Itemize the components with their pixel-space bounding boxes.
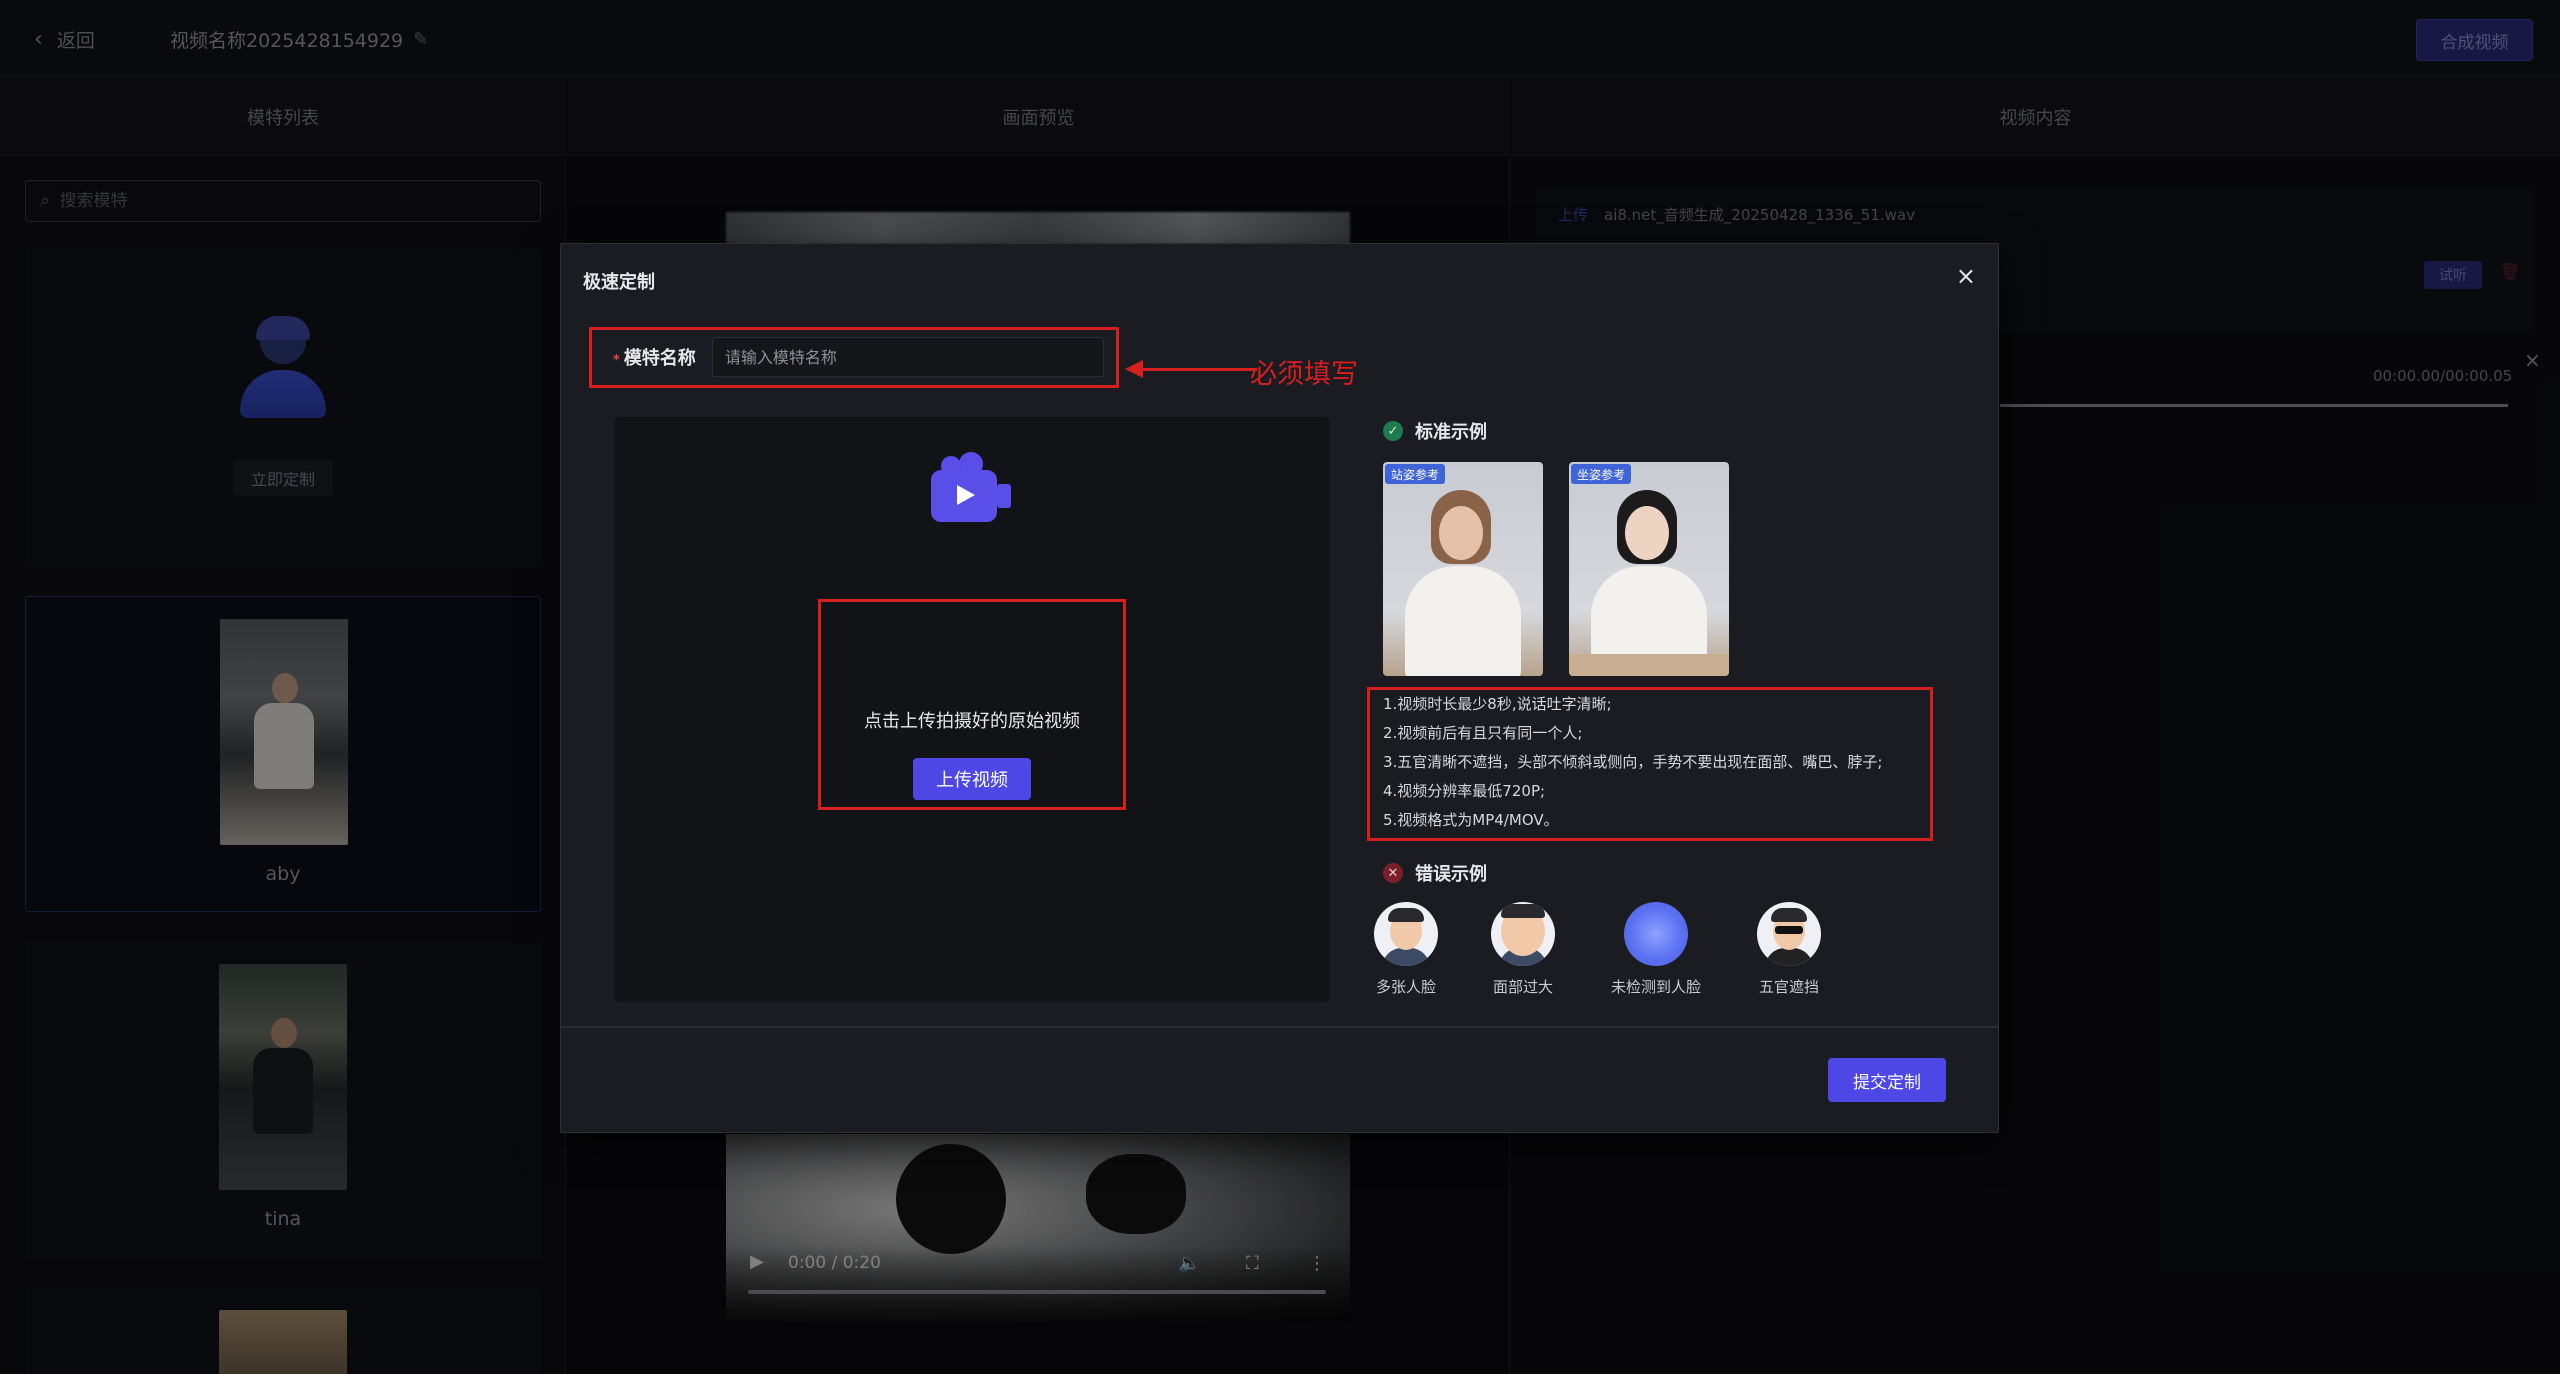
dialog-footer-divider bbox=[561, 1026, 1998, 1028]
multiple-faces-icon bbox=[1374, 902, 1438, 966]
bad-example-face-too-large: 面部过大 bbox=[1478, 902, 1568, 997]
bad-example-multiple-faces: 多张人脸 bbox=[1361, 902, 1451, 997]
close-icon[interactable]: × bbox=[1956, 262, 1976, 290]
quick-custom-dialog: 极速定制 × *模特名称 必须填写 点击上传拍摄好的原始视频 上传视频 ✓ 标准… bbox=[560, 243, 1999, 1133]
no-face-icon bbox=[1624, 902, 1688, 966]
example-tag: 坐姿参考 bbox=[1571, 464, 1632, 484]
covered-face-icon bbox=[1757, 902, 1821, 966]
annotation-arrow bbox=[1137, 368, 1257, 371]
error-icon: ✕ bbox=[1383, 863, 1403, 883]
good-example-title: ✓ 标准示例 bbox=[1383, 418, 1487, 444]
annotation-box-name bbox=[589, 327, 1119, 388]
dialog-title: 极速定制 bbox=[583, 272, 655, 293]
bad-example-covered-face: 五官遮挡 bbox=[1744, 902, 1834, 997]
annotation-arrow-head bbox=[1125, 360, 1143, 378]
good-example-standing: 站姿参考 bbox=[1383, 462, 1543, 676]
bad-example-title: ✕ 错误示例 bbox=[1383, 860, 1487, 886]
good-example-sitting: 坐姿参考 bbox=[1569, 462, 1729, 676]
annotation-required-text: 必须填写 bbox=[1250, 359, 1358, 390]
example-tag: 站姿参考 bbox=[1385, 464, 1446, 484]
annotation-box-rules bbox=[1367, 687, 1933, 841]
large-face-icon bbox=[1491, 902, 1555, 966]
submit-custom-button[interactable]: 提交定制 bbox=[1828, 1058, 1946, 1102]
annotation-box-upload bbox=[818, 599, 1126, 810]
check-icon: ✓ bbox=[1383, 421, 1403, 441]
video-camera-icon bbox=[931, 452, 1013, 522]
bad-example-no-face: 未检测到人脸 bbox=[1611, 902, 1701, 997]
